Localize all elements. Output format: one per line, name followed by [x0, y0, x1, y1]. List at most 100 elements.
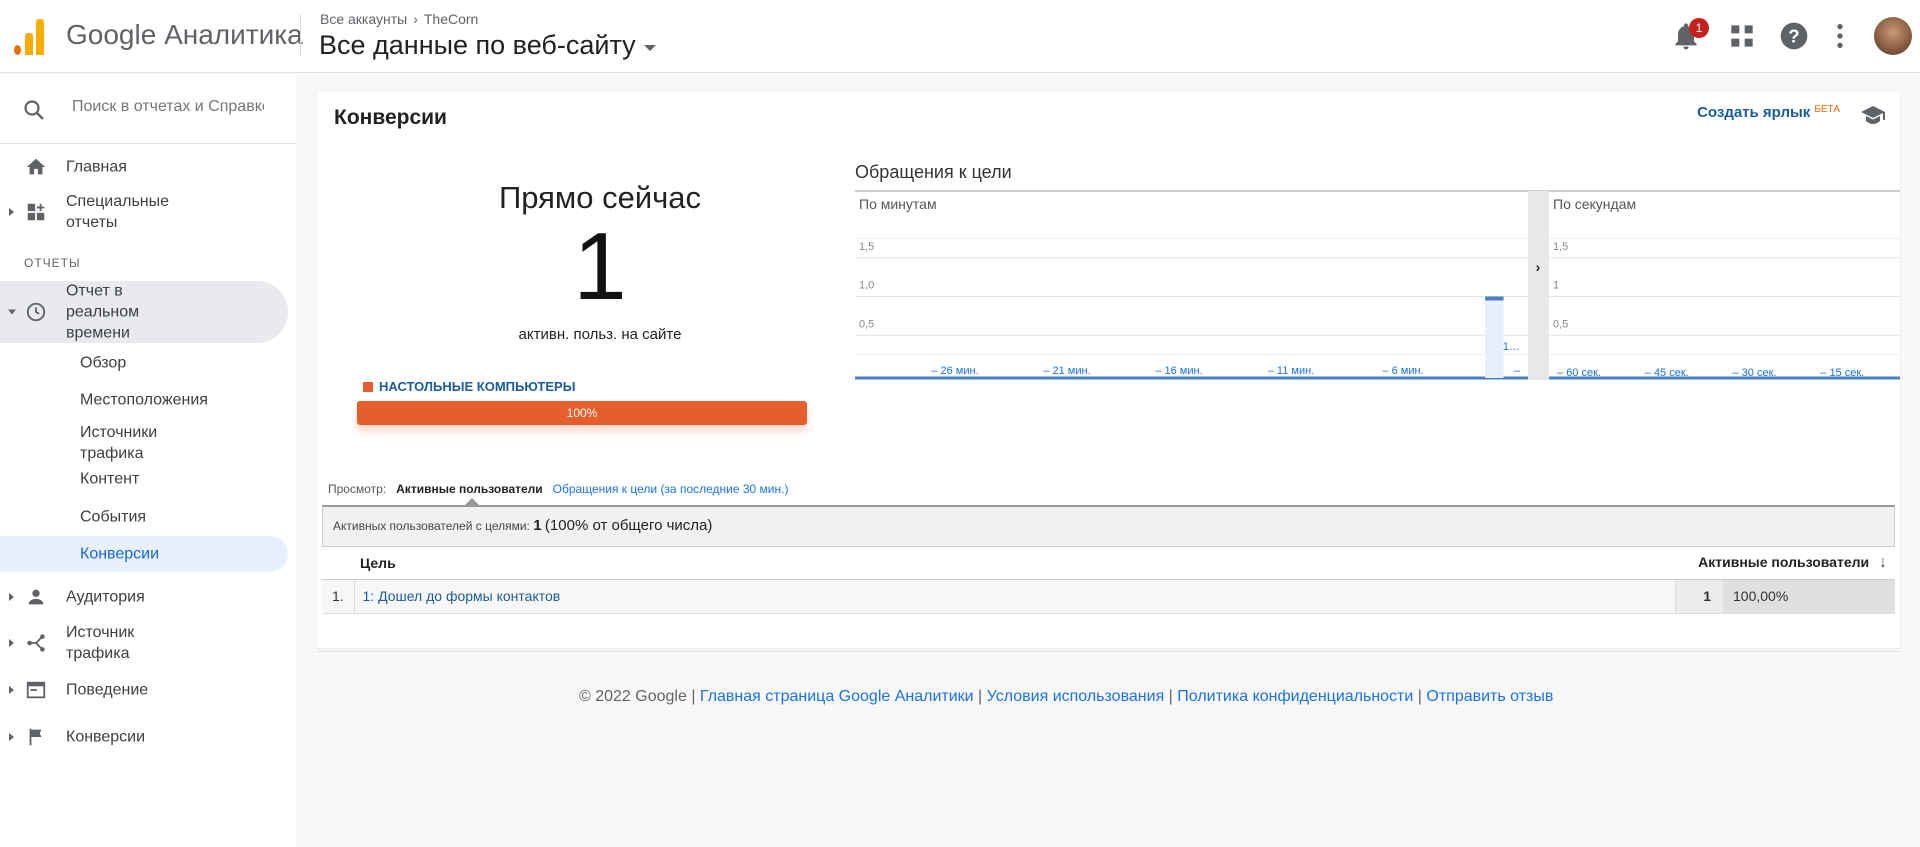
sidebar-subitem-label: Контент	[80, 470, 140, 488]
expand-arrow-icon	[9, 733, 14, 741]
breadcrumb-all-accounts[interactable]: Все аккаунты	[320, 11, 407, 27]
user-avatar[interactable]	[1874, 17, 1912, 55]
sidebar-subitem-label: Местоположения	[80, 391, 208, 409]
create-shortcut-button[interactable]: Создать ярлык БЕТА	[1697, 104, 1840, 121]
notification-badge: 1	[1689, 18, 1709, 38]
sidebar-item-realtime[interactable]: Отчет в реальном времени	[0, 281, 288, 343]
device-legend: НАСТОЛЬНЫЕ КОМПЬЮТЕРЫ	[363, 379, 575, 394]
graduation-cap-icon[interactable]	[1860, 104, 1886, 126]
table-header-row: Цель Активные пользователи ↓	[322, 547, 1895, 580]
view-active-users-tab[interactable]: Активные пользователи	[396, 482, 543, 496]
summary-percent: (100% от общего числа)	[544, 517, 713, 534]
sidebar-item-label: Специальные отчеты	[66, 193, 170, 231]
sidebar-subitem-label: Источники трафика	[80, 424, 158, 462]
x-tick-label: – 45 сек.	[1645, 367, 1689, 379]
x-tick-label: 1…	[1503, 341, 1520, 353]
page-title: Конверсии	[334, 106, 447, 129]
users-percent-cell: 100,00%	[1723, 579, 1895, 614]
dashboard-add-icon	[27, 203, 45, 221]
y-tick-label: 1	[1553, 280, 1559, 292]
sidebar-item-label: Отчет в реальном времени	[66, 282, 140, 342]
acquisition-icon	[27, 634, 45, 652]
footer-link-home[interactable]: Главная страница Google Аналитики	[700, 688, 974, 705]
users-value-cell: 1	[1674, 579, 1723, 614]
sidebar-item-conversions[interactable]: Конверсии	[0, 720, 296, 754]
footer: © 2022 Google | Главная страница Google …	[579, 688, 1554, 705]
sidebar-item-home[interactable]: Главная	[0, 150, 296, 184]
sidebar-subitem-locations[interactable]: Местоположения	[0, 384, 288, 416]
sidebar-item-label: Конверсии	[66, 728, 146, 746]
chart-bar	[1485, 296, 1504, 301]
y-tick-label: 0,5	[859, 318, 874, 330]
footer-link-terms[interactable]: Условия использования	[987, 688, 1165, 705]
person-icon	[28, 589, 44, 605]
expand-arrow-icon	[9, 639, 14, 647]
y-tick-label: 1,5	[1553, 241, 1568, 253]
sidebar-item-acquisition[interactable]: Источник трафика	[0, 619, 296, 667]
sidebar-subitem-label: События	[80, 508, 147, 526]
collapse-arrow-icon	[8, 309, 16, 315]
sort-down-icon: ↓	[1879, 553, 1887, 571]
chart-subtitle: По минутам	[859, 196, 937, 212]
search-icon[interactable]	[22, 98, 46, 122]
users-column-header[interactable]: Активные пользователи ↓	[1675, 547, 1895, 580]
home-icon	[26, 158, 46, 175]
row-index: 1.	[322, 579, 355, 614]
sidebar-item-audience[interactable]: Аудитория	[0, 580, 296, 614]
sidebar-subitem-label: Конверсии	[80, 545, 160, 563]
y-tick-label: 0,5	[1553, 318, 1568, 330]
dropdown-caret-icon	[643, 44, 656, 51]
app-name[interactable]: Google Аналитика	[66, 19, 303, 51]
legend-swatch	[363, 381, 373, 392]
x-tick-label: – 26 мин.	[931, 365, 978, 377]
table-row: 1. 1: Дошел до формы контактов 1 100,00%	[322, 579, 1895, 614]
property-name: Все данные по веб-сайту	[319, 30, 636, 60]
device-progress-bar: 100%	[357, 401, 807, 425]
analytics-logo-icon[interactable]	[14, 19, 46, 55]
goal-column-header[interactable]: Цель	[354, 547, 1675, 580]
help-icon[interactable]: ?	[1778, 20, 1810, 52]
x-tick-label: – 6 мин.	[1382, 365, 1423, 377]
sidebar-subitem-overview[interactable]: Обзор	[0, 347, 288, 379]
sidebar: Главная Специальные отчеты ОТЧЕТЫ Отчет …	[0, 74, 296, 847]
search-input[interactable]	[72, 98, 264, 116]
sidebar-item-label: Аудитория	[66, 588, 145, 606]
view-selector: Просмотр: Активные пользователи Обращени…	[328, 482, 788, 496]
index-header	[322, 547, 354, 580]
sidebar-item-label: Источник трафика	[66, 624, 135, 662]
goals-summary: Активных пользователей с целями: 1 (100%…	[322, 505, 1895, 547]
sidebar-subitem-events[interactable]: События	[0, 501, 288, 533]
sidebar-subitem-label: Обзор	[80, 354, 127, 372]
clock-icon	[26, 302, 46, 322]
apps-grid-icon[interactable]	[1726, 20, 1758, 52]
chart-bar-area	[1485, 296, 1504, 378]
x-tick-label: – 60 сек.	[1557, 367, 1601, 379]
x-tick-label: – 30 сек.	[1733, 367, 1777, 379]
summary-label: Активных пользователей с целями:	[333, 519, 530, 533]
breadcrumb-account[interactable]: TheCorn	[424, 11, 478, 27]
goals-table: Цель Активные пользователи ↓ 1. 1: Дошел…	[322, 547, 1895, 614]
y-tick-label: 1,0	[859, 280, 874, 292]
top-header: Google Аналитика Все аккаунты › TheCorn …	[0, 0, 1920, 73]
sidebar-item-custom-reports[interactable]: Специальные отчеты	[0, 188, 296, 236]
header-divider	[300, 14, 301, 56]
goal-hits-chart-title: Обращения к цели	[855, 162, 1012, 182]
panel-divider	[317, 651, 1900, 652]
footer-link-privacy[interactable]: Политика конфиденциальности	[1177, 688, 1413, 705]
footer-link-feedback[interactable]: Отправить отзыв	[1426, 688, 1553, 705]
sidebar-subitem-traffic-sources[interactable]: Источники трафика	[0, 420, 288, 466]
x-tick-label: – 15 сек.	[1820, 367, 1864, 379]
reports-section-title: ОТЧЕТЫ	[24, 256, 81, 270]
more-vert-icon[interactable]	[1824, 20, 1856, 52]
x-tick-label: – 11 мин.	[1268, 365, 1315, 377]
x-tick-label: – 16 мин.	[1155, 365, 1202, 377]
x-tick-label: – 21 мин.	[1043, 365, 1090, 377]
sidebar-subitem-conversions[interactable]: Конверсии	[0, 536, 288, 572]
sidebar-subitem-content[interactable]: Контент	[0, 463, 288, 495]
property-selector[interactable]: Все данные по веб-сайту	[319, 30, 656, 61]
goal-cell: 1: Дошел до формы контактов	[354, 579, 1675, 614]
view-goal-hits-tab[interactable]: Обращения к цели (за последние 30 мин.)	[553, 482, 789, 496]
expand-arrow-icon	[9, 593, 14, 601]
expand-arrow-icon	[9, 208, 14, 216]
goal-link[interactable]: 1: Дошел до формы контактов	[363, 588, 561, 604]
